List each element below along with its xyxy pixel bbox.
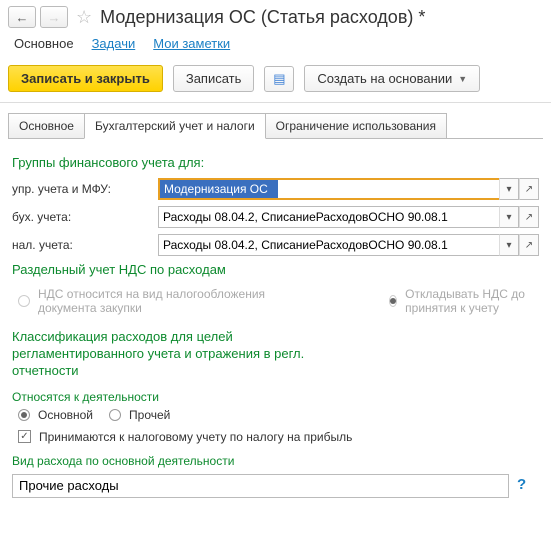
buh-field[interactable]: ▾ ↗ — [158, 206, 539, 228]
open-icon[interactable]: ↗ — [519, 206, 539, 228]
buh-label: бух. учета: — [12, 210, 152, 224]
tax-checkbox-label: Принимаются к налоговому учету по налогу… — [39, 430, 352, 444]
save-button[interactable]: Записать — [173, 65, 255, 92]
nds-radio-1-label: НДС относится на вид налогообложения док… — [38, 287, 318, 315]
create-based-button[interactable]: Создать на основании ▼ — [304, 65, 480, 92]
favorite-icon[interactable]: ☆ — [76, 7, 92, 28]
nal-field[interactable]: ▾ ↗ — [158, 234, 539, 256]
upr-label: упр. учета и МФУ: — [12, 182, 152, 196]
groups-section-title: Группы финансового учета для: — [12, 155, 539, 170]
navlink-main[interactable]: Основное — [14, 36, 74, 51]
document-icon: ▤ — [273, 71, 285, 87]
tab-accounting[interactable]: Бухгалтерский учет и налоги — [84, 113, 266, 139]
nav-back-button[interactable]: ← — [8, 6, 36, 28]
navlink-notes[interactable]: Мои заметки — [153, 36, 230, 51]
save-close-button[interactable]: Записать и закрыть — [8, 65, 163, 92]
tab-main[interactable]: Основное — [8, 113, 85, 139]
open-icon[interactable]: ↗ — [519, 234, 539, 256]
class-section-title: Классификация расходов для целей регламе… — [12, 329, 342, 380]
navlink-tasks[interactable]: Задачи — [92, 36, 136, 51]
upr-field[interactable]: ▾ ↗ — [158, 178, 539, 200]
activity-radio-other[interactable] — [109, 409, 121, 421]
nds-radio-1 — [18, 295, 30, 307]
chevron-down-icon: ▼ — [458, 74, 467, 84]
dropdown-icon[interactable]: ▾ — [499, 234, 519, 256]
activity-radio-main[interactable] — [18, 409, 30, 421]
nds-radio-2-label: Откладывать НДС до принятия к учету — [405, 287, 539, 315]
activity-other-label: Прочей — [129, 408, 170, 422]
nds-radio-2 — [389, 295, 397, 307]
create-based-label: Создать на основании — [317, 71, 452, 86]
nav-forward-button[interactable]: → — [40, 6, 68, 28]
activity-main-label: Основной — [38, 408, 93, 422]
tax-checkbox[interactable] — [18, 430, 31, 443]
report-icon-button[interactable]: ▤ — [264, 66, 294, 92]
activity-label: Относятся к деятельности — [12, 390, 539, 404]
page-title: Модернизация ОС (Статья расходов) * — [100, 7, 425, 28]
help-icon[interactable]: ? — [517, 476, 526, 493]
nal-input[interactable] — [158, 234, 499, 256]
dropdown-icon[interactable]: ▾ — [499, 206, 519, 228]
kind-label: Вид расхода по основной деятельности — [12, 454, 539, 468]
kind-field[interactable] — [12, 474, 509, 498]
buh-input[interactable] — [158, 206, 499, 228]
upr-input[interactable] — [158, 178, 499, 200]
tab-restriction[interactable]: Ограничение использования — [265, 113, 447, 139]
open-icon[interactable]: ↗ — [519, 178, 539, 200]
dropdown-icon[interactable]: ▾ — [499, 178, 519, 200]
nal-label: нал. учета: — [12, 238, 152, 252]
kind-input[interactable] — [12, 474, 509, 498]
nds-section-title: Раздельный учет НДС по расходам — [12, 262, 539, 277]
